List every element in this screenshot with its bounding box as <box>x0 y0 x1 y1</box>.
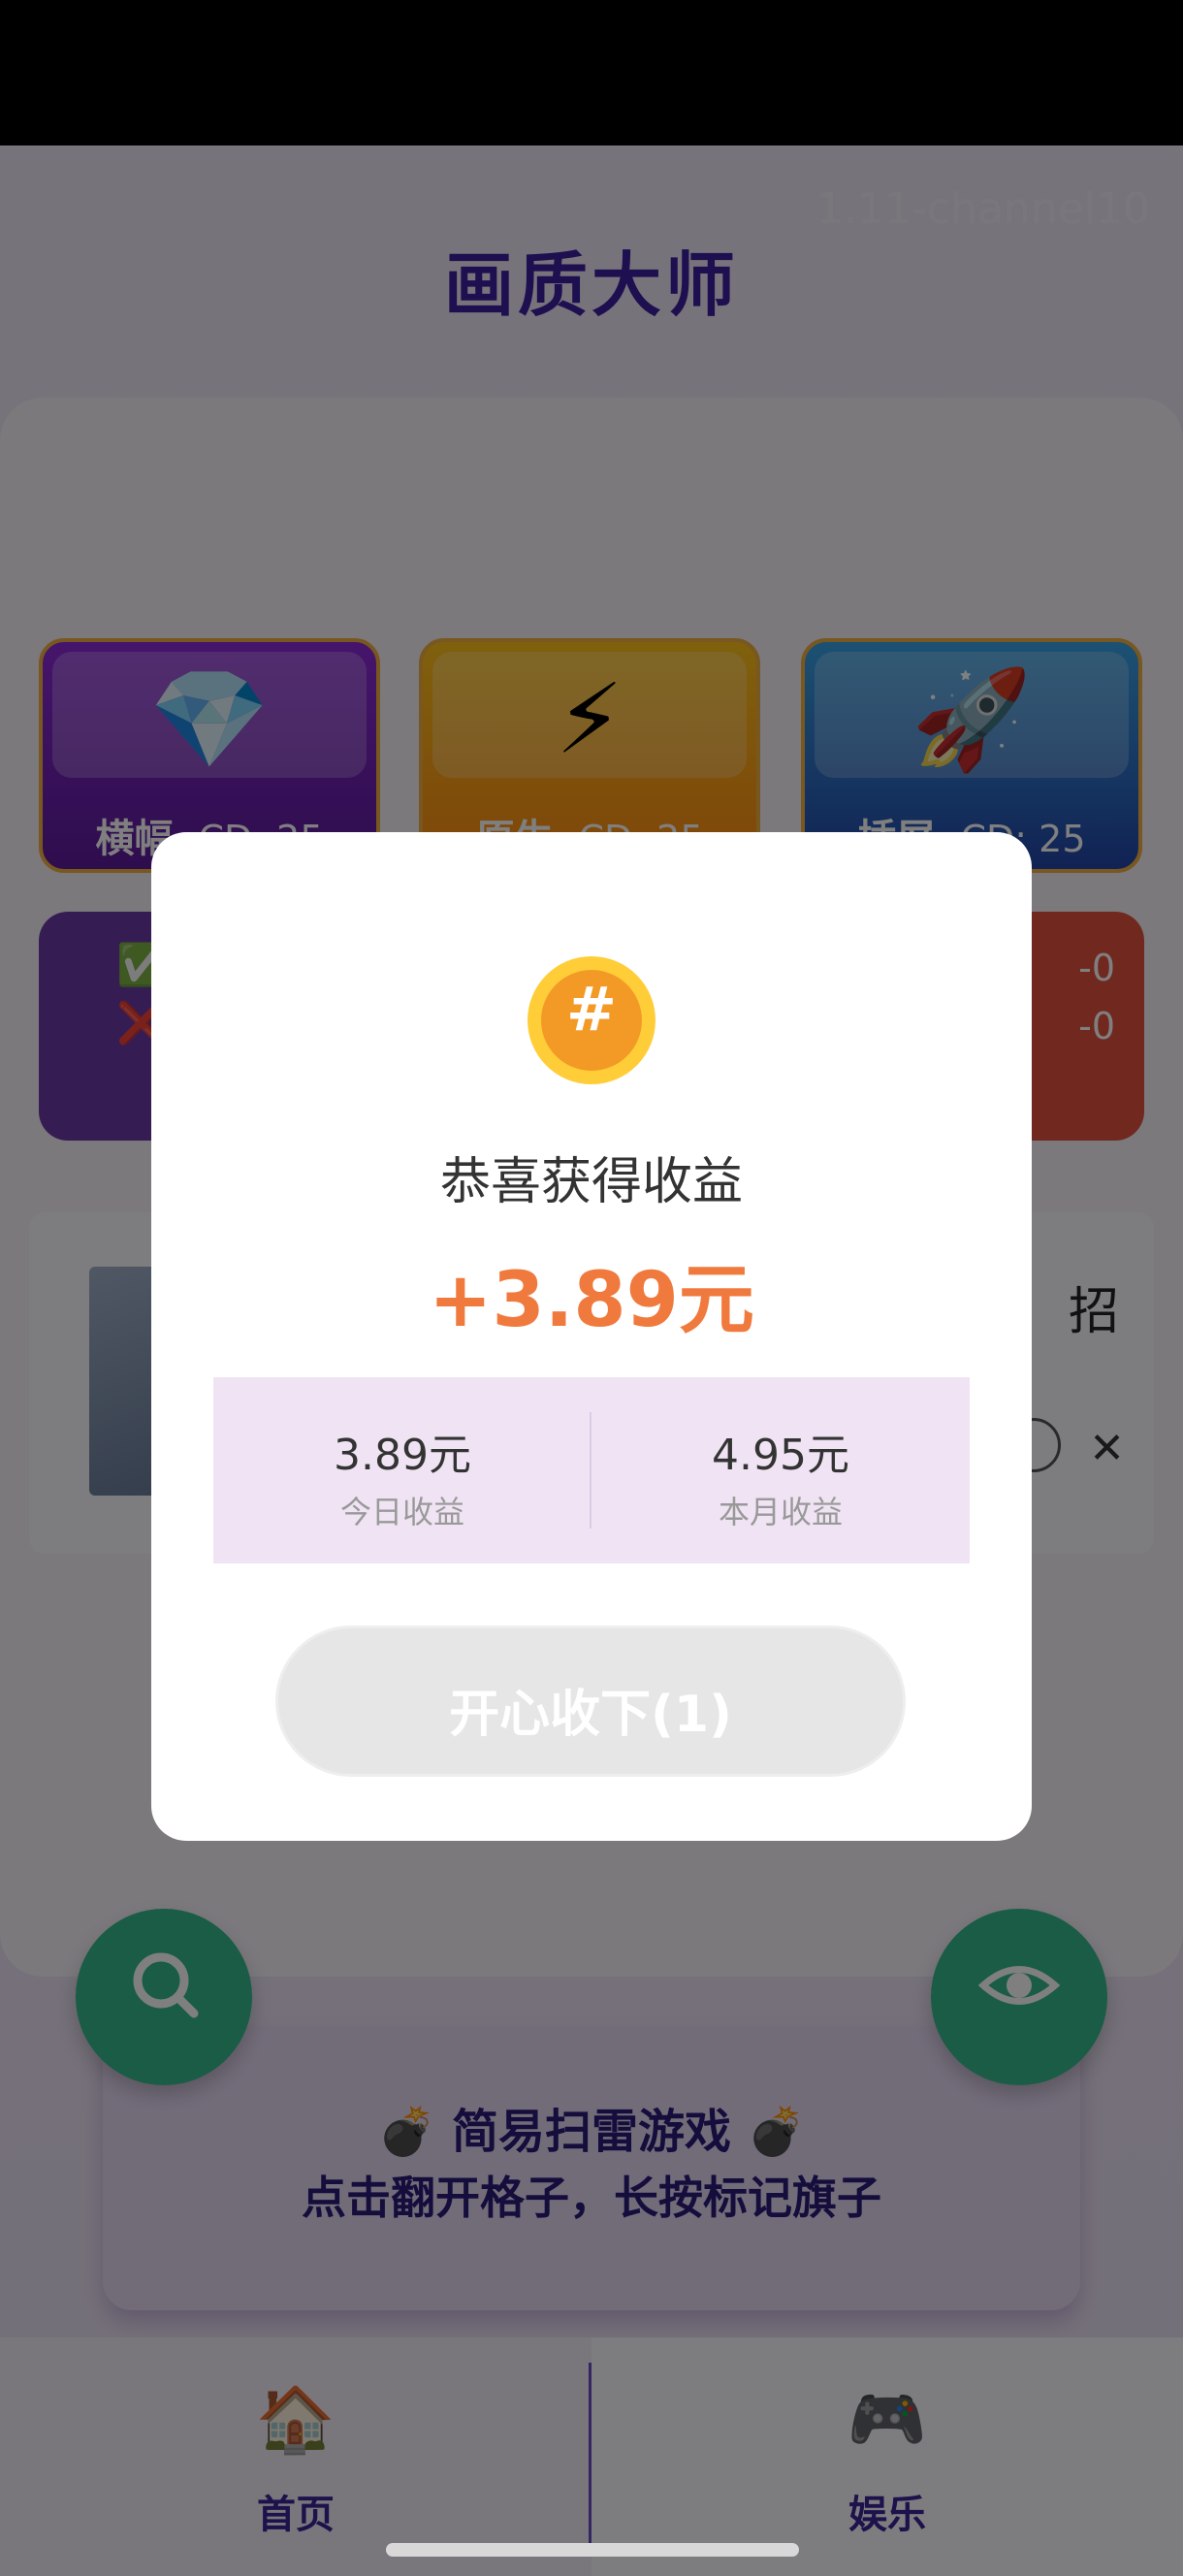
dialog-title: 恭喜获得收益 <box>439 1153 743 1211</box>
reward-dialog: # 恭喜获得收益 +3.89元 3.89元 今日收益 4.95元 本月收益 开心… <box>151 832 1032 1841</box>
today-earnings: 3.89元 今日收益 <box>213 1377 592 1563</box>
coin-glyph: # <box>566 974 617 1045</box>
accept-reward-label: 开心收下(1) <box>449 1686 732 1744</box>
month-earnings: 4.95元 本月收益 <box>592 1377 970 1563</box>
reward-amount: +3.89元 <box>429 1257 754 1344</box>
today-earnings-value: 3.89元 <box>334 1431 471 1480</box>
accept-reward-button[interactable]: 开心收下(1) <box>275 1626 906 1777</box>
coin-icon: # <box>528 956 655 1084</box>
earnings-panel: 3.89元 今日收益 4.95元 本月收益 <box>213 1377 970 1563</box>
home-indicator[interactable] <box>386 2543 799 2557</box>
today-earnings-label: 今日收益 <box>339 1494 464 1530</box>
month-earnings-label: 本月收益 <box>718 1494 843 1530</box>
status-bar <box>0 0 1183 145</box>
month-earnings-value: 4.95元 <box>712 1431 849 1480</box>
